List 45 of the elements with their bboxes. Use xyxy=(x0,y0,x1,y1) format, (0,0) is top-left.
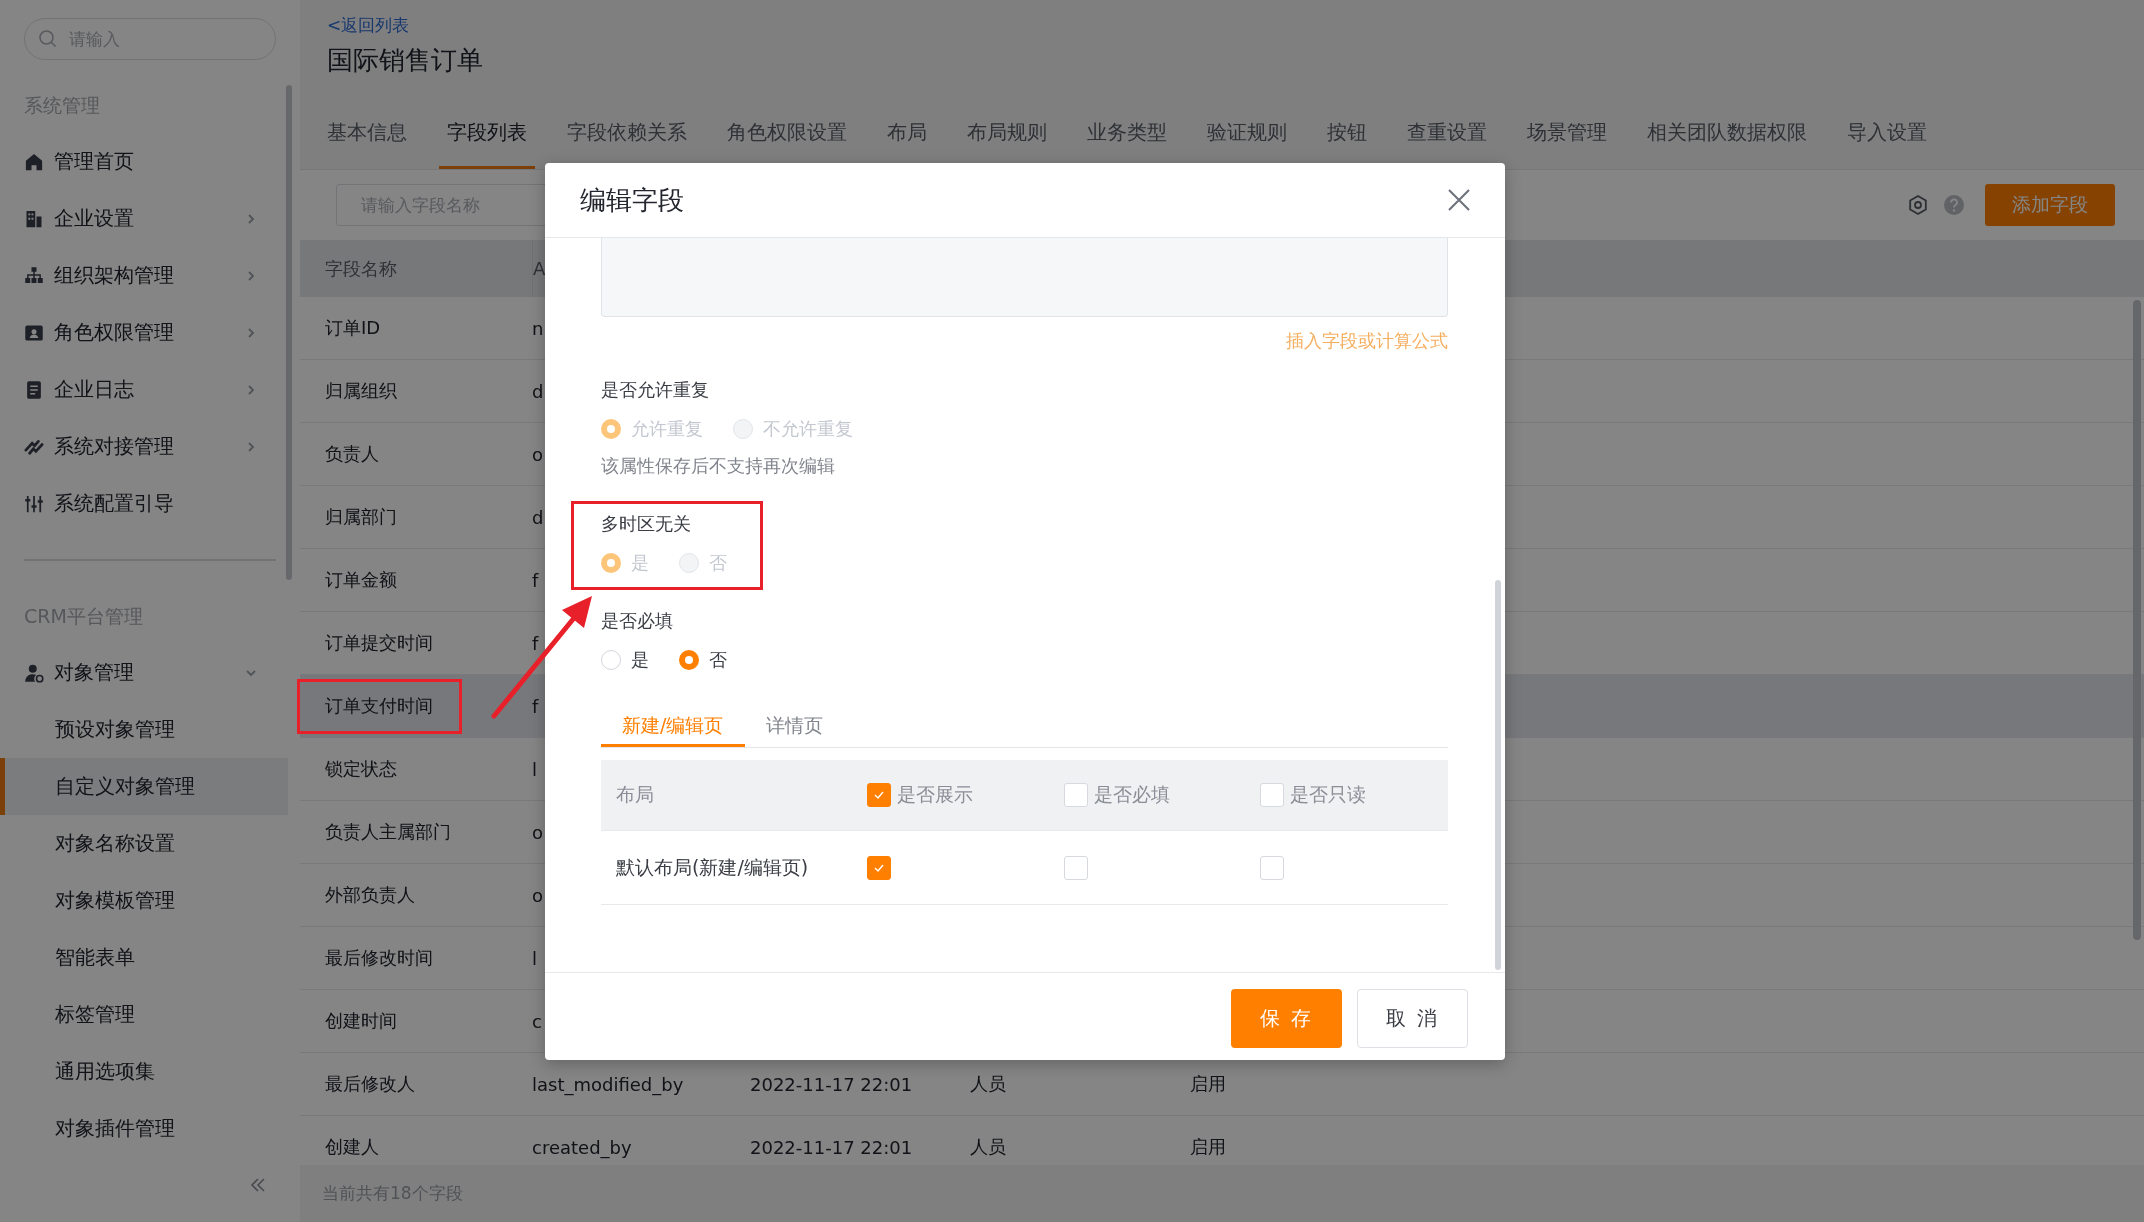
table-cell: 人员 xyxy=(970,1135,1006,1159)
table-cell: 默认布局(新建/编辑页) xyxy=(616,855,809,878)
table-cell: l xyxy=(532,758,537,780)
table-cell: o xyxy=(532,821,543,843)
table-cell: 创建时间 xyxy=(325,1009,397,1033)
table-cell: o xyxy=(532,443,543,465)
table-cell: 负责人主属部门 xyxy=(325,820,451,844)
table-cell: last_modified_by xyxy=(532,1073,684,1095)
table-cell: l xyxy=(532,947,537,969)
table-cell: 外部负责人 xyxy=(325,883,415,907)
table-cell: n xyxy=(532,317,544,339)
table-cell: 启用 xyxy=(1190,1072,1226,1096)
table-cell: 负责人 xyxy=(325,442,379,466)
table-cell: 归属组织 xyxy=(325,379,397,403)
table-cell: d xyxy=(532,380,544,402)
table-cell: 订单提交时间 xyxy=(325,631,433,655)
table-cell: f xyxy=(532,569,539,591)
column-header: 是否只读 xyxy=(1290,782,1366,807)
field-label: 是否允许重复 xyxy=(601,378,709,402)
field-label: 多时区无关 xyxy=(601,512,691,536)
column-header: 布局 xyxy=(616,783,654,805)
table-cell: d xyxy=(532,506,544,528)
table-cell: 人员 xyxy=(970,1072,1006,1096)
table-cell: 2022-11-17 22:01 xyxy=(750,1136,913,1158)
table-cell: 锁定状态 xyxy=(325,757,397,781)
table-cell: 归属部门 xyxy=(325,505,397,529)
table-cell: o xyxy=(532,884,543,906)
table-cell: 启用 xyxy=(1190,1135,1226,1159)
table-cell: 最后修改人 xyxy=(325,1072,415,1096)
table-cell: f xyxy=(532,632,539,654)
field-label: 是否必填 xyxy=(601,609,673,633)
table-cell: 最后修改时间 xyxy=(325,946,433,970)
table-cell: c xyxy=(532,1010,542,1032)
column-header: 字段名称 xyxy=(324,256,398,281)
hint-text: 该属性保存后不支持再次编辑 xyxy=(601,454,835,478)
table-cell: 2022-11-17 22:01 xyxy=(750,1073,913,1095)
page-title: 国际销售订单 xyxy=(327,44,484,77)
table-cell: 订单ID xyxy=(325,316,381,340)
column-header: 是否必填 xyxy=(1094,782,1170,807)
table-cell: created_by xyxy=(532,1136,632,1158)
table-cell: 创建人 xyxy=(325,1135,379,1159)
table-cell: 订单支付时间 xyxy=(325,694,433,718)
column-header: 是否展示 xyxy=(897,782,973,807)
table-cell: 订单金额 xyxy=(325,568,397,592)
table-cell: f xyxy=(532,695,539,717)
